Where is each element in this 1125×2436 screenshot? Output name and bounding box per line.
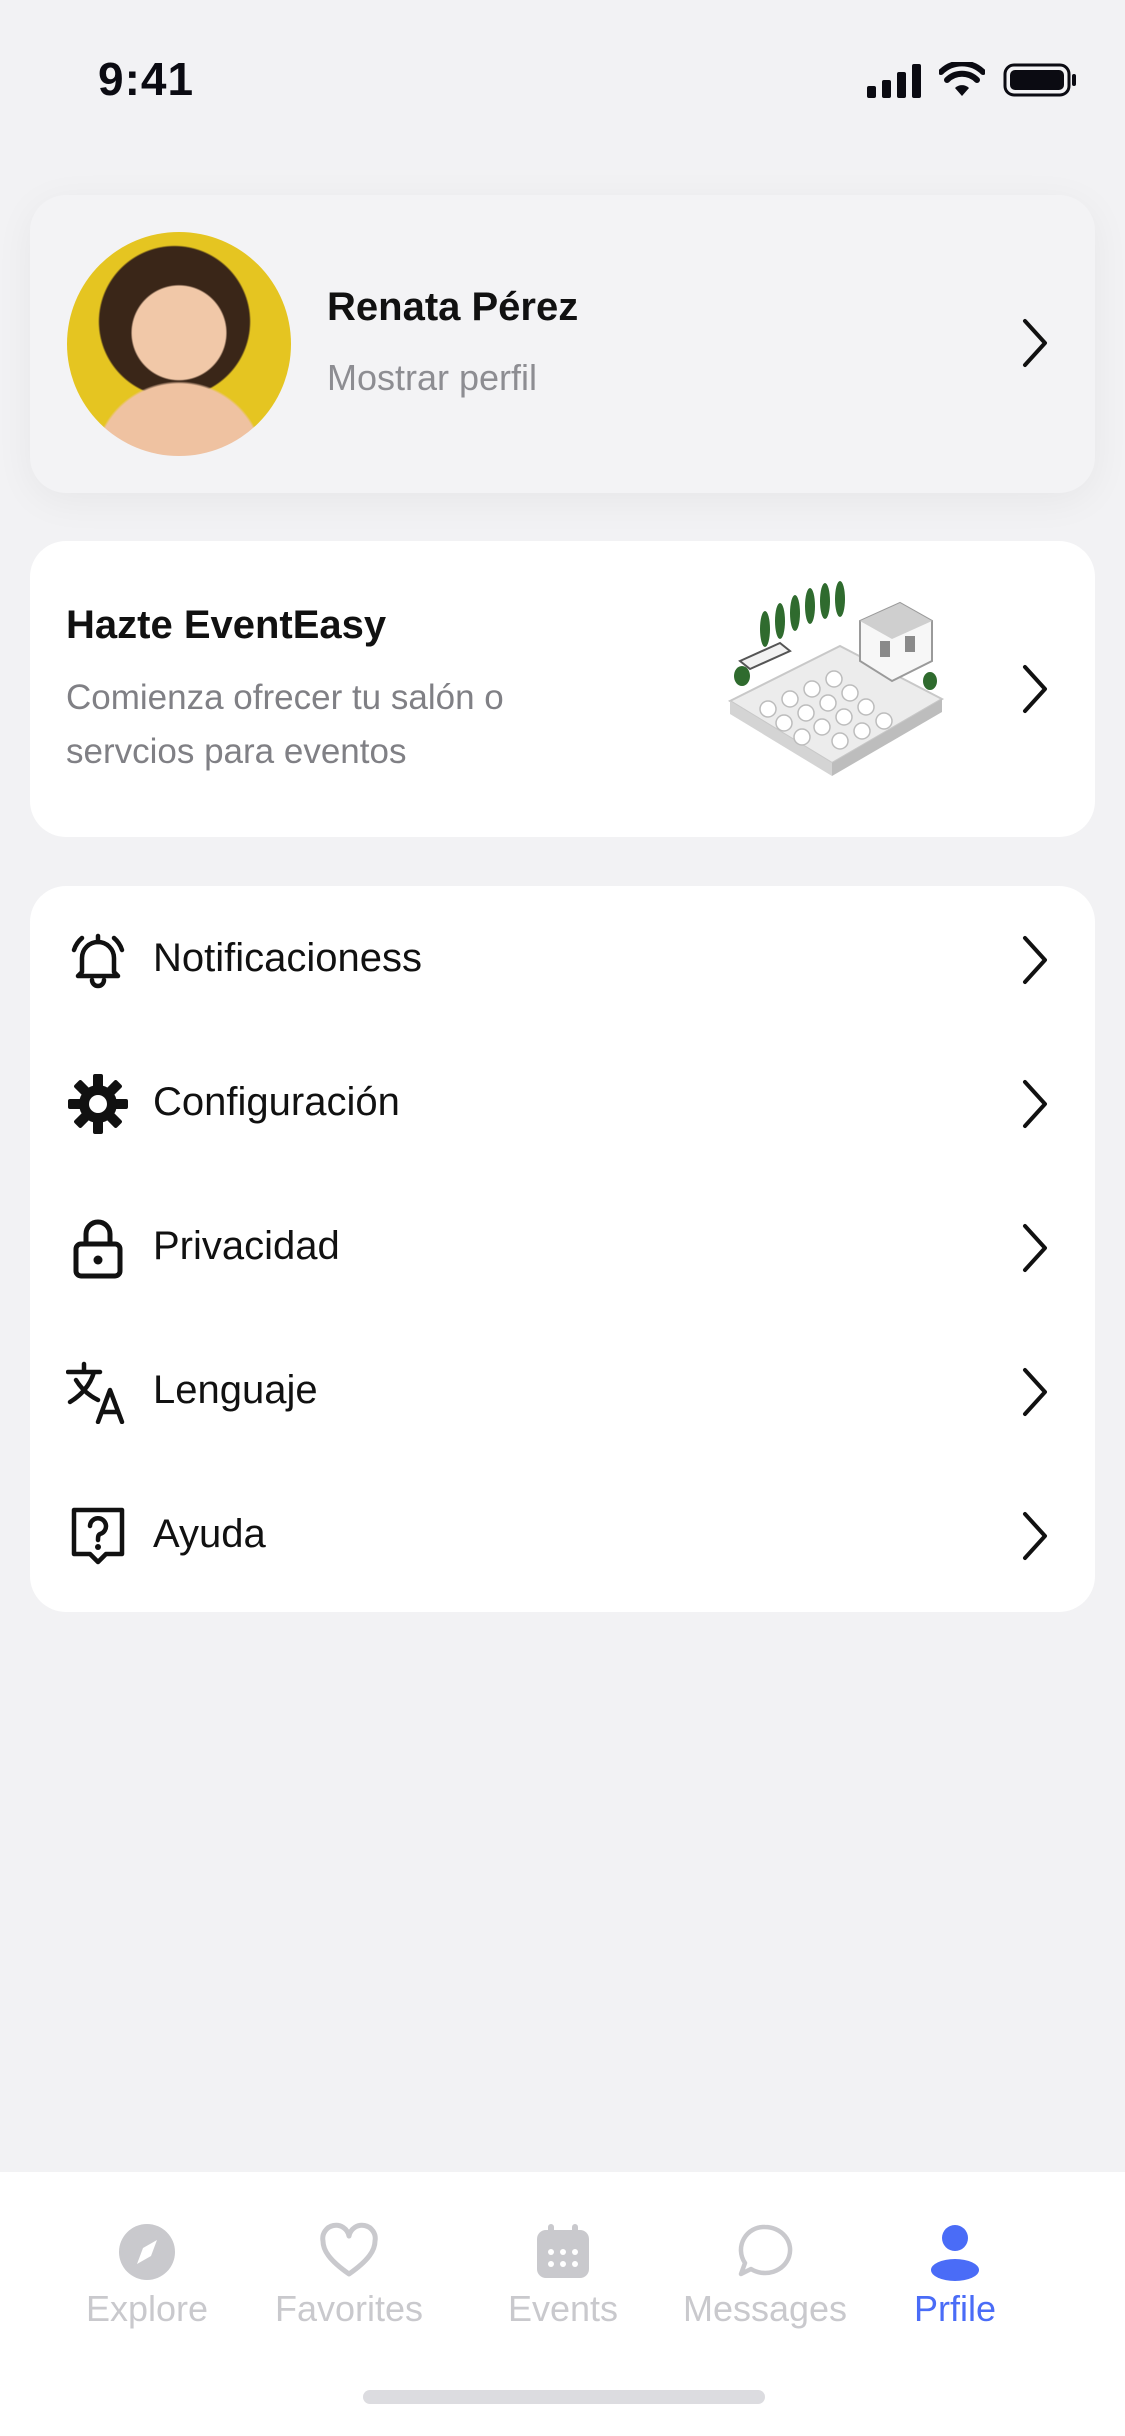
avatar bbox=[67, 232, 291, 456]
profile-card[interactable]: Renata Pérez Mostrar perfil bbox=[30, 195, 1095, 493]
chevron-right-icon bbox=[1015, 1506, 1055, 1566]
menu-label: Notificacioness bbox=[153, 936, 423, 980]
promo-description: Comienza ofrecer tu salón o servcios par… bbox=[66, 678, 504, 771]
chevron-right-icon bbox=[1015, 1218, 1055, 1278]
menu-label: Ayuda bbox=[153, 1512, 266, 1556]
battery-icon bbox=[1003, 63, 1076, 97]
person-icon bbox=[931, 2225, 979, 2281]
menu-label: Configuración bbox=[153, 1080, 400, 1124]
wifi-icon bbox=[939, 62, 985, 96]
tab-profile[interactable]: Prfile bbox=[860, 2222, 1050, 2372]
gear-icon bbox=[66, 1072, 130, 1136]
tab-messages[interactable]: Messages bbox=[670, 2222, 860, 2372]
help-icon bbox=[66, 1504, 130, 1568]
menu-label: Lenguaje bbox=[153, 1368, 318, 1412]
profile-screen: 9:41 Renata Pérez Mostrar perfil Hazte E… bbox=[0, 0, 1125, 2436]
tab-favorites[interactable]: Favorites bbox=[254, 2222, 444, 2372]
heart-icon bbox=[320, 2222, 378, 2277]
calendar-icon bbox=[537, 2224, 589, 2278]
chevron-right-icon bbox=[1015, 313, 1055, 373]
cellular-signal-icon bbox=[867, 62, 921, 98]
profile-name: Renata Pérez bbox=[327, 285, 579, 329]
menu-item-help[interactable]: Ayuda bbox=[30, 1462, 1095, 1606]
settings-menu: Notificacioness Configuración Privacidad… bbox=[30, 886, 1095, 1612]
chevron-right-icon bbox=[1015, 1362, 1055, 1422]
menu-item-language[interactable]: Lenguaje bbox=[30, 1318, 1095, 1462]
status-icons bbox=[867, 62, 1077, 98]
status-time: 9:41 bbox=[98, 53, 195, 105]
become-host-card[interactable]: Hazte EventEasy Comienza ofrecer tu saló… bbox=[30, 541, 1095, 837]
tab-label: Explore bbox=[85, 2288, 209, 2329]
chevron-right-icon bbox=[1015, 930, 1055, 990]
translate-icon bbox=[66, 1360, 130, 1424]
chevron-right-icon bbox=[1015, 659, 1055, 719]
menu-item-privacy[interactable]: Privacidad bbox=[30, 1174, 1095, 1318]
bell-icon bbox=[66, 928, 130, 992]
chevron-right-icon bbox=[1015, 1074, 1055, 1134]
tab-label: Events bbox=[507, 2288, 619, 2329]
menu-label: Privacidad bbox=[153, 1224, 340, 1268]
show-profile-link[interactable]: Mostrar perfil bbox=[327, 357, 537, 399]
menu-item-notifications[interactable]: Notificacioness bbox=[30, 886, 1095, 1030]
venue-illustration bbox=[727, 581, 945, 776]
menu-item-settings[interactable]: Configuración bbox=[30, 1030, 1095, 1174]
tab-explore[interactable]: Explore bbox=[52, 2222, 242, 2372]
status-bar: 9:41 bbox=[0, 0, 1125, 150]
tab-label: Messages bbox=[682, 2288, 848, 2329]
tab-events[interactable]: Events bbox=[468, 2222, 658, 2372]
tab-label: Favorites bbox=[274, 2288, 424, 2329]
compass-icon bbox=[119, 2224, 175, 2280]
chat-bubble-icon bbox=[738, 2224, 793, 2277]
home-indicator bbox=[363, 2390, 765, 2404]
tab-label: Prfile bbox=[913, 2288, 997, 2329]
promo-title: Hazte EventEasy bbox=[66, 603, 387, 647]
lock-icon bbox=[66, 1216, 130, 1280]
